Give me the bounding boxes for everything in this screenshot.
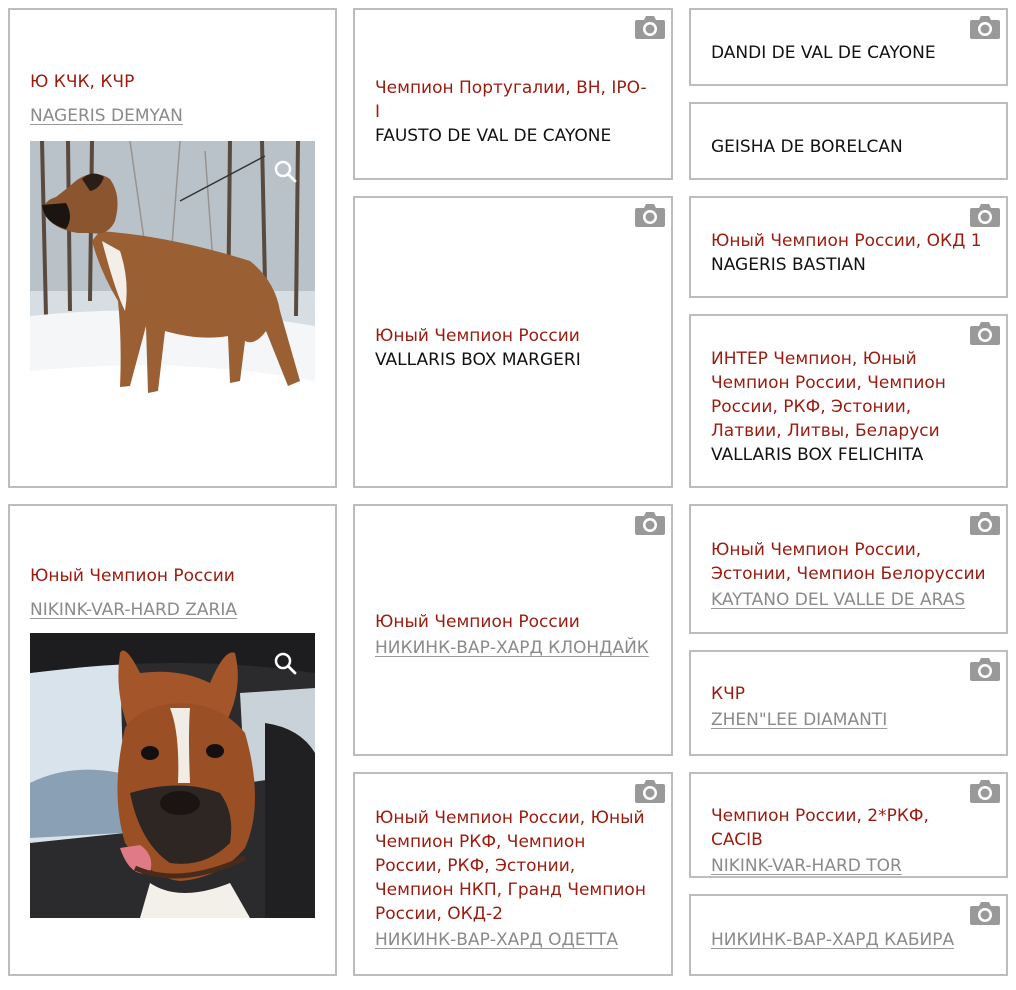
sire-dam-name-link[interactable]: ZHEN"LEE DIAMANTI [711, 708, 986, 732]
sire-sire-card: Юный Чемпион России, Эстонии, Чемпион Бе… [689, 504, 1008, 634]
sire-dam-card: КЧР ZHEN"LEE DIAMANTI [689, 650, 1008, 756]
camera-icon[interactable] [969, 778, 1001, 804]
dam-sire-title: Юный Чемпион России, ОКД 1 [711, 231, 982, 251]
camera-icon[interactable] [969, 656, 1001, 682]
dog-card: Ю КЧК, КЧР NAGERIS DEMYAN [8, 8, 337, 488]
camera-icon[interactable] [969, 202, 1001, 228]
camera-icon[interactable] [969, 900, 1001, 926]
camera-icon[interactable] [969, 510, 1001, 536]
camera-icon[interactable] [634, 202, 666, 228]
dog-title: Ю КЧК, КЧР [30, 72, 135, 92]
dog-name-link[interactable]: NAGERIS DEMYAN [30, 104, 315, 128]
sire-name-link[interactable]: НИКИНК-ВАР-ХАРД КЛОНДАЙК [375, 636, 651, 660]
zoom-icon[interactable] [273, 159, 297, 183]
dog-title: Юный Чемпион России [30, 566, 235, 586]
sire-name: FAUSTO DE VAL DE CAYONE [375, 126, 612, 146]
dam-card: Юный Чемпион России, Юный Чемпион РКФ, Ч… [353, 772, 673, 976]
dam-card: Юный Чемпион России VALLARIS BOX MARGERI [353, 196, 673, 488]
dam-name-link[interactable]: НИКИНК-ВАР-ХАРД ОДЕТТА [375, 928, 651, 952]
camera-icon[interactable] [634, 14, 666, 40]
sire-sire-title: Юный Чемпион России, Эстонии, Чемпион Бе… [711, 540, 986, 584]
zoom-icon[interactable] [273, 651, 297, 675]
dam-title: Юный Чемпион России, Юный Чемпион РКФ, Ч… [375, 808, 646, 924]
dam-name: VALLARIS BOX MARGERI [375, 350, 581, 370]
camera-icon[interactable] [634, 778, 666, 804]
sire-dam-card: GEISHA DE BORELCAN [689, 102, 1008, 180]
sire-dam-title: КЧР [711, 684, 745, 704]
dog-photo[interactable] [30, 141, 315, 426]
camera-icon[interactable] [969, 320, 1001, 346]
camera-icon[interactable] [634, 510, 666, 536]
sire-sire-name: DANDI DE VAL DE CAYONE [711, 43, 936, 63]
sire-card: Юный Чемпион России НИКИНК-ВАР-ХАРД КЛОН… [353, 504, 673, 756]
dam-sire-name-link[interactable]: NIKINK-VAR-HARD TOR [711, 854, 986, 878]
dam-sire-card: Чемпион России, 2*РКФ, CACIB NIKINK-VAR-… [689, 772, 1008, 878]
dam-dam-name-link[interactable]: НИКИНК-ВАР-ХАРД КАБИРА [711, 928, 986, 952]
dam-sire-card: Юный Чемпион России, ОКД 1 NAGERIS BASTI… [689, 196, 1008, 298]
sire-card: Чемпион Португалии, ВН, IPO-I FAUSTO DE … [353, 8, 673, 180]
dam-title: Юный Чемпион России [375, 326, 580, 346]
sire-title: Чемпион Португалии, ВН, IPO-I [375, 78, 647, 122]
camera-icon[interactable] [969, 14, 1001, 40]
dam-sire-name: NAGERIS BASTIAN [711, 255, 866, 275]
sire-title: Юный Чемпион России [375, 612, 580, 632]
dam-dam-name: VALLARIS BOX FELICHITA [711, 445, 924, 465]
dam-dam-card: ИНТЕР Чемпион, Юный Чемпион России, Чемп… [689, 314, 1008, 488]
dog-photo[interactable] [30, 633, 315, 918]
sire-sire-name-link[interactable]: KAYTANO DEL VALLE DE ARAS [711, 588, 986, 612]
dog-card: Юный Чемпион России NIKINK-VAR-HARD ZARI… [8, 504, 337, 976]
dam-sire-title: Чемпион России, 2*РКФ, CACIB [711, 806, 929, 850]
sire-sire-card: DANDI DE VAL DE CAYONE [689, 8, 1008, 86]
dam-dam-title: ИНТЕР Чемпион, Юный Чемпион России, Чемп… [711, 349, 946, 441]
dog-name-link[interactable]: NIKINK-VAR-HARD ZARIA [30, 598, 315, 622]
sire-dam-name: GEISHA DE BORELCAN [711, 137, 903, 157]
dam-dam-card: НИКИНК-ВАР-ХАРД КАБИРА [689, 894, 1008, 976]
